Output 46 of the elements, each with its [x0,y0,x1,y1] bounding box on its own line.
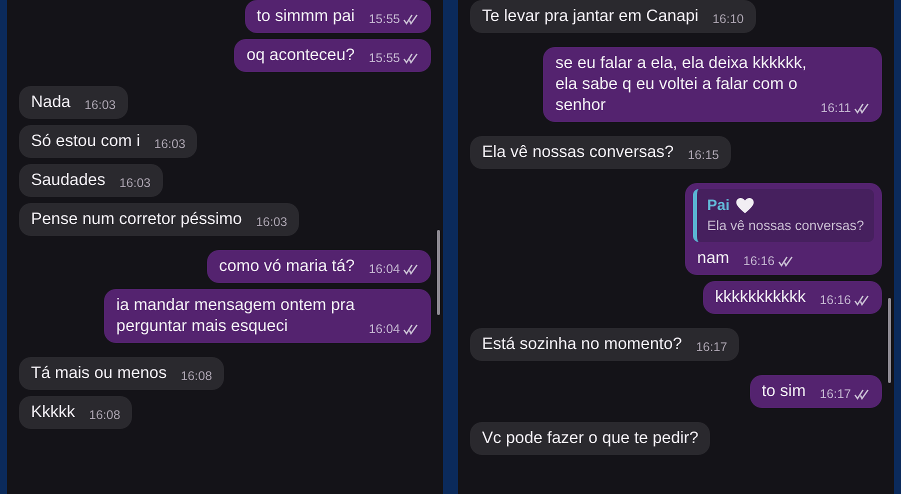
message-text: como vó maria tá? [218,256,355,277]
message-time: 16:17 [696,340,728,354]
message-text: nam [697,248,730,269]
double-check-icon [854,102,870,114]
message-time: 16:17 [820,387,851,401]
message-text: ia mandar mensagem ontem pra perguntar mais esqueci [116,295,355,337]
message-time: 16:08 [89,408,120,422]
double-check-icon [403,52,419,64]
message-text: kkkkkkkkkkk [714,287,806,308]
message-text: Pense num corretor péssimo [31,209,242,230]
double-check-icon [854,294,870,306]
message-text: oq aconteceu? [246,45,355,66]
message-time: 15:55 [368,51,400,65]
message-time: 16:03 [154,137,186,151]
message-time: 16:03 [84,98,116,112]
message-text: to sim [762,381,806,402]
message-text: Saudades [31,170,106,191]
message-text: Te levar pra jantar em Canapi [482,6,698,27]
message-time: 16:16 [820,293,851,307]
double-check-icon [778,256,794,266]
message-text: Kkkkk [31,402,76,423]
message-time: 16:04 [368,322,400,336]
message-text: Vc pode fazer o que te pedir? [482,428,698,449]
message-time: 16:03 [256,215,288,229]
quote-author: Pai [707,196,730,216]
message-text: Tá mais ou menos [31,363,167,384]
message-time: 16:11 [820,101,851,115]
double-check-icon [854,388,870,400]
message-time: 16:15 [688,148,719,162]
message-time: 16:08 [180,369,212,383]
message-time: 15:55 [368,12,400,26]
double-check-icon [403,324,419,334]
message-text: to simmm pai [256,6,355,27]
heart-icon [736,198,754,214]
message-text: Só estou com i [31,131,140,152]
message-time: 16:10 [712,12,744,26]
double-check-icon [403,264,419,274]
message-text: Ela vê nossas conversas? [482,142,674,163]
message-time: 16:04 [368,262,400,276]
message-text: Nada [31,92,70,113]
message-time: 16:03 [119,176,151,190]
message-text: Está sozinha no momento? [482,334,682,355]
double-check-icon [403,14,419,24]
quote-text: Ela vê nossas conversas? [707,217,864,235]
message-text: se eu falar a ela, ela deixa kkkkkk, ela sabe q eu voltei a falar com o senhor [555,53,807,116]
message-time: 16:16 [743,254,775,268]
